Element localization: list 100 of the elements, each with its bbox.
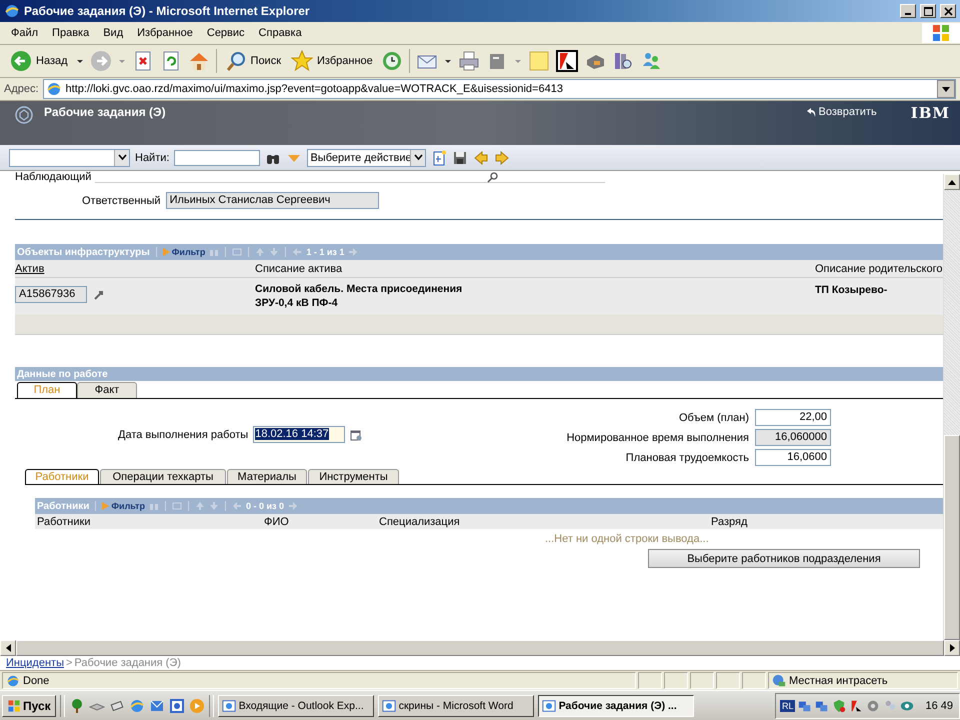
browser-icon [4,3,20,19]
date-field[interactable]: 18.02.16 14:37 [253,426,346,443]
field-label: Наблюдающий [15,171,92,183]
network-icon[interactable] [815,698,830,712]
filter-link[interactable]: Фильтр [102,501,145,511]
browser-icon[interactable] [128,698,145,714]
clock: 16 49 [925,700,953,712]
up-arrow-icon [948,180,956,184]
favorites-button[interactable]: Избранное [289,50,375,72]
find-field[interactable] [174,150,260,166]
minimize-button[interactable] [900,4,916,18]
status-text: Done [23,674,50,686]
left-arrow-icon [6,644,10,652]
print-icon[interactable] [458,50,480,72]
start-button[interactable]: Пуск [2,694,56,716]
menu-item[interactable]: Справка [252,27,309,39]
maximize-button[interactable] [920,4,936,18]
section-title: Работники [37,500,90,512]
search-icon [224,50,247,72]
address-label: Адрес: [4,83,39,95]
calendar-icon[interactable] [350,428,362,440]
menu-item[interactable]: Избранное [130,27,200,39]
history-icon[interactable] [380,50,403,72]
filter-link[interactable]: Фильтр [162,247,206,257]
address-field[interactable]: http://loki.gvc.oao.rzd/maximo/ui/maximo.jsp?event=gotoapp&value=WOTRACK_E&uisessionid=6413 [42,79,956,99]
column-header: Описание родительского [815,262,942,274]
number-field[interactable]: 22,00 [755,409,831,426]
horizontal-scrollbar[interactable] [0,640,960,656]
home-icon[interactable] [188,50,210,72]
shield-icon[interactable] [832,698,846,712]
window-icon [222,698,236,712]
tab[interactable]: Операции техкарты [100,469,226,484]
logo: IBM [910,104,950,122]
query-select[interactable] [9,148,130,166]
tab[interactable]: Факт [77,382,137,398]
back-button[interactable]: Назад [8,50,70,72]
antivirus-icon[interactable] [849,698,864,712]
detail-arrow-icon[interactable] [93,288,105,300]
table-cell: ТП Козырево- [815,284,888,296]
menu-item[interactable]: Файл [4,27,46,39]
window-icon [542,698,556,712]
dropdown-arrow-icon[interactable] [76,57,84,65]
scroll-left-button[interactable] [0,640,16,656]
number-field[interactable]: 16,0600 [755,449,831,466]
previous-arrow-icon[interactable] [473,150,490,166]
language-indicator[interactable]: RL [780,700,796,712]
scroll-right-button[interactable] [944,640,960,656]
window-icon [382,698,396,712]
responsible-field[interactable]: Ильиных Станислав Сергеевич [166,192,379,209]
tab[interactable]: Материалы [227,469,307,484]
column-header: Разряд [711,516,748,528]
star-icon [291,50,314,72]
menu-item[interactable]: Правка [45,27,96,39]
taskbar-button[interactable]: Входящие - Outlook Exp... [218,694,374,716]
taskbar-button[interactable]: скрины - Microsoft Word [378,694,534,716]
breadcrumb-current: Рабочие задания (Э) [74,657,181,669]
breadcrumb-link[interactable]: Инциденты [6,657,64,669]
column-header: Списание актива [255,262,344,274]
menu-item[interactable]: Вид [96,27,130,39]
outlook-icon[interactable] [148,698,165,714]
dropdown-arrow-icon [942,85,950,93]
field-label: Дата выполнения работы [118,428,248,440]
antivirus-icon[interactable] [556,50,578,72]
action-select[interactable]: Выберите действие [307,148,426,166]
windows-logo-icon [7,698,21,712]
section-title: Данные по работе [17,368,108,380]
taskbar-button[interactable]: Рабочие задания (Э) ... [538,694,694,716]
vertical-scrollbar[interactable] [943,174,960,640]
select-workers-button[interactable]: Выберите работников подразделения [648,549,920,568]
window-icon[interactable] [168,698,185,714]
asset-field[interactable]: A15867936 [15,286,87,303]
menu-item[interactable]: Сервис [200,27,252,39]
number-field[interactable]: 16,060000 [755,429,831,446]
breadcrumb-separator: > [66,657,72,669]
new-record-icon[interactable] [431,150,448,166]
scroll-up-button[interactable] [944,174,960,190]
dropdown-arrow-icon[interactable] [444,57,452,65]
windows-logo-icon [922,23,960,43]
tab[interactable]: Инструменты [308,469,399,484]
search-icon[interactable] [487,171,500,183]
eye-icon[interactable] [900,698,914,712]
column-header[interactable]: Актив [15,262,255,274]
field-label: Нормированное время выполнения [566,432,749,444]
table-cell-text: Силовой кабель. Места присоединения ЗРУ-0,4 кВ ПФ-4 [255,282,464,310]
pager-text: 1 - 1 из 1 [306,247,344,257]
dropdown-button[interactable] [937,80,955,98]
right-arrow-icon [950,644,954,652]
app-logo-icon [14,105,34,125]
close-button[interactable] [940,4,956,18]
field-label: Объем (план) [679,412,749,424]
network-icon[interactable] [798,698,812,712]
next-arrow-icon[interactable] [494,150,510,166]
close-icon [944,6,952,16]
save-icon[interactable] [452,150,468,166]
chevron-down-icon [414,154,423,161]
return-link[interactable]: Возвратить [806,106,877,118]
search-button[interactable]: Поиск [222,50,284,72]
triangle-right-icon [102,502,110,510]
empty-message: ...Нет ни одной строки вывода... [545,533,709,545]
find-label: Найти: [135,152,170,164]
